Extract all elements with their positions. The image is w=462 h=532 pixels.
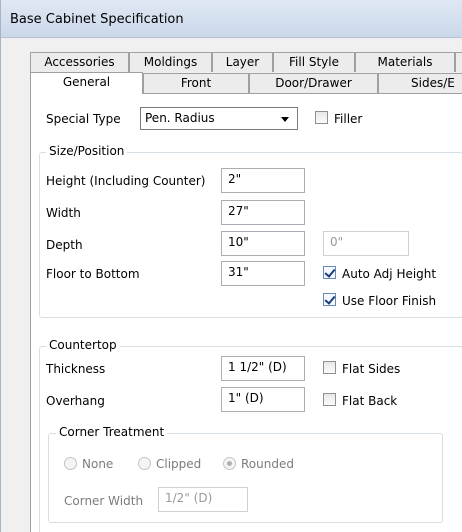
corner-clipped-radio[interactable] <box>138 457 151 470</box>
tab-layer[interactable]: Layer <box>212 52 273 72</box>
use-floor-finish-checkbox[interactable] <box>323 293 336 306</box>
height-field[interactable]: 2" <box>221 168 305 193</box>
general-tab-panel: Special Type Pen. Radius Filler Size/Pos… <box>30 93 462 532</box>
countertop-title: Countertop <box>46 338 120 352</box>
width-label: Width <box>46 206 81 220</box>
tab-front[interactable]: Front <box>143 73 249 93</box>
overhang-field[interactable]: 1" (D) <box>221 387 305 412</box>
corner-width-label: Corner Width <box>64 494 144 508</box>
tab-accessories[interactable]: Accessories <box>30 52 129 72</box>
tab-general[interactable]: General <box>30 72 143 94</box>
window-title: Base Cabinet Specification <box>10 12 184 27</box>
tab-materials[interactable]: Materials <box>355 52 455 72</box>
auto-adj-height-checkbox[interactable] <box>323 266 336 279</box>
flat-sides-checkbox[interactable] <box>323 361 336 374</box>
filler-checkbox[interactable] <box>315 111 328 124</box>
tab-moldings[interactable]: Moldings <box>129 52 212 72</box>
dialog-window: Base Cabinet Specification Accessories M… <box>0 0 462 532</box>
tab-overflow <box>455 52 462 72</box>
thickness-label: Thickness <box>46 362 106 376</box>
corner-none-radio[interactable] <box>64 457 77 470</box>
corner-rounded-radio[interactable] <box>223 457 236 470</box>
depth-field[interactable]: 10" <box>221 231 305 256</box>
special-type-value: Pen. Radius <box>145 111 215 125</box>
corner-none-label: None <box>82 457 114 471</box>
flat-sides-label: Flat Sides <box>342 362 401 376</box>
tab-door-drawer[interactable]: Door/Drawer <box>249 73 378 93</box>
thickness-field[interactable]: 1 1/2" (D) <box>221 356 305 381</box>
size-position-title: Size/Position <box>46 144 128 158</box>
width-field[interactable]: 27" <box>221 200 305 225</box>
chevron-down-icon <box>281 117 289 122</box>
corner-rounded-label: Rounded <box>241 457 294 471</box>
tab-sides-end[interactable]: Sides/E <box>378 73 462 93</box>
floor-to-bottom-field[interactable]: 31" <box>221 261 305 286</box>
corner-treatment-title: Corner Treatment <box>56 425 168 439</box>
depth-label: Depth <box>46 238 83 252</box>
auto-adj-height-label: Auto Adj Height <box>342 267 437 281</box>
corner-width-field: 1/2" (D) <box>158 487 248 512</box>
tab-fill-style[interactable]: Fill Style <box>273 52 355 72</box>
filler-label: Filler <box>334 112 363 126</box>
floor-to-bottom-label: Floor to Bottom <box>46 267 140 281</box>
title-bar: Base Cabinet Specification <box>1 0 462 38</box>
flat-back-checkbox[interactable] <box>323 393 336 406</box>
overhang-label: Overhang <box>46 394 105 408</box>
special-type-dropdown[interactable]: Pen. Radius <box>140 107 298 130</box>
flat-back-label: Flat Back <box>342 394 398 408</box>
corner-clipped-label: Clipped <box>156 457 202 471</box>
depth-secondary-field: 0" <box>323 231 409 256</box>
height-label: Height (Including Counter) <box>46 174 206 188</box>
special-type-label: Special Type <box>46 112 121 126</box>
use-floor-finish-label: Use Floor Finish <box>342 294 437 308</box>
